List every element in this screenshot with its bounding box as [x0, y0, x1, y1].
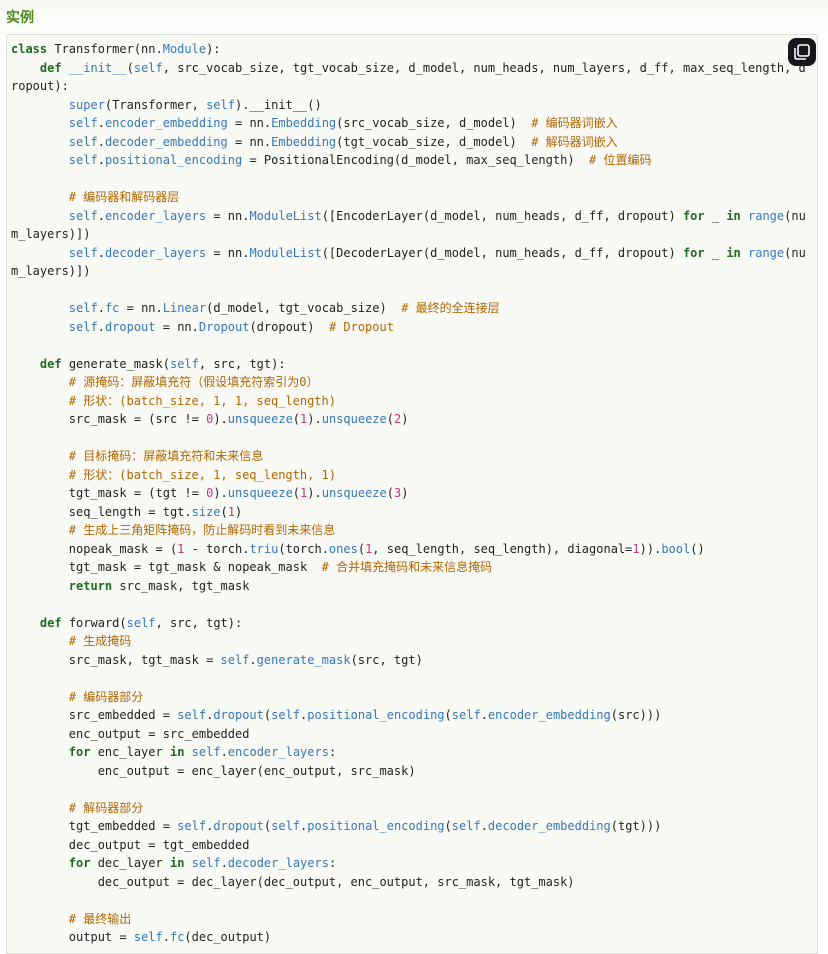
code-content: class Transformer(nn.Module): def __init…: [11, 40, 821, 947]
code-line: def generate_mask(self, src, tgt):: [39, 356, 286, 371]
code-line: for enc_layer in self.encoder_layers:: [68, 745, 337, 759]
code-line: ropout):: [11, 79, 69, 93]
code-line: def forward(self, src, tgt):: [39, 615, 243, 630]
example-header: 实例: [0, 0, 828, 34]
code-line: return src_mask, tgt_mask: [68, 578, 250, 593]
code-line: src_mask, tgt_mask = self.generate_mask(…: [11, 652, 423, 667]
code-line: tgt_mask = tgt_mask & nopeak_mask # 合并填充…: [11, 560, 493, 574]
code-line: tgt_mask = (tgt != 0).unsqueeze(1).unsqu…: [11, 486, 409, 500]
code-line: output = self.fc(dec_output): [11, 930, 272, 944]
code-line: enc_output = src_embedded: [11, 726, 250, 741]
code-line: self.encoder_embedding = nn.Embedding(sr…: [68, 116, 618, 130]
code-line: # 形状：(batch_size, 1, seq_length, 1): [68, 467, 336, 482]
code-line: dec_output = dec_layer(dec_output, enc_o…: [11, 874, 575, 889]
code-line: # 最终输出: [68, 911, 132, 926]
code-line: self.positional_encoding = PositionalEnc…: [68, 153, 652, 167]
example-title: 实例: [6, 10, 34, 26]
code-line: # 解码器部分: [68, 800, 144, 815]
code-line: # 源掩码：屏蔽填充符（假设填充符索引为0）: [68, 375, 319, 389]
code-line: # 形状：(batch_size, 1, 1, seq_length): [68, 393, 336, 408]
code-line: m_layers)]): [11, 227, 91, 241]
code-line: enc_output = enc_layer(enc_output, src_m…: [11, 763, 416, 778]
code-line: tgt_embedded = self.dropout(self.positio…: [11, 819, 662, 833]
code-line: # 编码器和解码器层: [68, 190, 180, 204]
code-line: super(Transformer, self).__init__(): [68, 97, 322, 112]
code-line: m_layers)]): [11, 264, 91, 278]
code-line: self.dropout = nn.Dropout(dropout) # Dro…: [68, 319, 394, 334]
code-line: # 目标掩码：屏蔽填充符和未来信息: [68, 449, 264, 463]
code-line: self.decoder_layers = nn.ModuleList([Dec…: [68, 245, 806, 260]
code-line: src_embedded = self.dropout(self.positio…: [11, 708, 662, 722]
code-line: seq_length = tgt.size(1): [11, 504, 243, 519]
code-line: dec_output = tgt_embedded: [11, 837, 250, 852]
code-line: self.encoder_layers = nn.ModuleList([Enc…: [68, 208, 806, 223]
code-line: def __init__(self, src_vocab_size, tgt_v…: [39, 60, 806, 75]
code-line: # 编码器部分: [68, 689, 144, 704]
code-line: src_mask = (src != 0).unsqueeze(1).unsqu…: [11, 412, 409, 426]
code-line: self.fc = nn.Linear(d_model, tgt_vocab_s…: [68, 301, 500, 315]
code-line: nopeak_mask = (1 - torch.triu(torch.ones…: [11, 541, 705, 556]
code-line: for dec_layer in self.decoder_layers:: [68, 856, 337, 870]
code-line: class Transformer(nn.Module):: [11, 42, 221, 56]
code-line: # 生成掩码: [68, 634, 132, 648]
code-line: # 生成上三角矩阵掩码，防止解码时看到未来信息: [68, 523, 336, 537]
code-line: self.decoder_embedding = nn.Embedding(tg…: [68, 134, 618, 149]
